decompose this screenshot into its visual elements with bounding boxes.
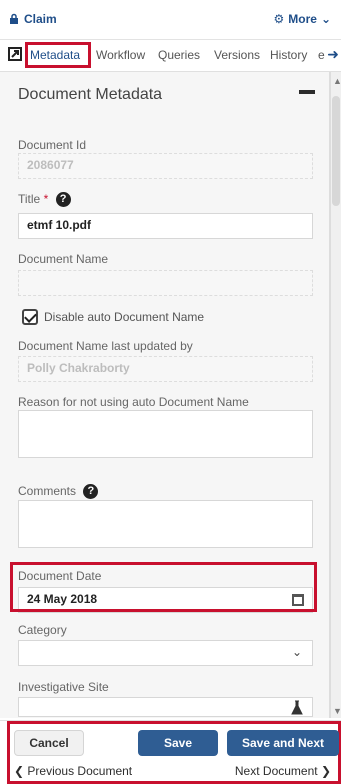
save-button[interactable]: Save [138,730,218,756]
more-label: More [288,12,317,26]
scroll-down-icon[interactable]: ▼ [333,706,341,716]
reason-label: Reason for not using auto Document Name [18,395,249,409]
tab-overflow[interactable]: e [318,48,325,62]
document-date-highlight [10,562,317,612]
investigative-site-field[interactable] [18,697,313,717]
next-document-label: Next Document [234,764,318,778]
collapse-icon[interactable] [299,90,315,94]
investigative-site-label: Investigative Site [18,680,109,694]
help-icon[interactable]: ? [55,192,71,208]
title-field[interactable]: etmf 10.pdf [18,213,313,239]
required-asterisk: * [43,192,49,206]
previous-document-link[interactable]: ❮ Previous Document [14,764,132,778]
disable-auto-document-name-label: Disable auto Document Name [44,310,205,324]
cancel-button[interactable]: Cancel [14,730,84,756]
section-title: Document Metadata [18,86,163,103]
chevron-down-icon: ⌄ [320,12,331,26]
flask-icon[interactable] [290,700,304,716]
claim-button[interactable]: Claim [8,12,57,26]
category-label: Category [18,623,67,637]
document-id-field: 2086077 [18,153,313,179]
next-document-link[interactable]: Next Document ❯ [235,764,331,778]
previous-document-label: Previous Document [27,764,133,778]
more-menu-button[interactable]: ⚙ More ⌄ [274,12,332,26]
last-updated-field: Polly Chakraborty [18,356,313,382]
reason-textarea[interactable] [18,410,313,458]
tab-workflow[interactable]: Workflow [96,48,145,62]
chevron-down-icon[interactable]: ⌄ [292,645,302,659]
chevron-left-icon: ❮ [14,764,25,778]
comments-textarea[interactable] [18,500,313,548]
vertical-scrollbar[interactable]: ▲ ▼ [330,72,341,718]
tab-queries[interactable]: Queries [158,48,200,62]
comments-label: Comments ? [18,484,99,500]
last-updated-label: Document Name last updated by [18,339,193,353]
scroll-thumb[interactable] [332,96,340,206]
title-label: Title * ? [18,192,71,208]
comments-label-text: Comments [18,484,77,498]
disable-auto-document-name-checkbox[interactable] [22,309,38,325]
title-label-text: Title [18,192,41,206]
arrow-right-icon[interactable]: ➜ [327,46,339,63]
document-id-label: Document Id [18,138,87,152]
gear-icon: ⚙ [273,12,285,26]
scroll-up-icon[interactable]: ▲ [333,76,341,86]
claim-label: Claim [24,12,57,26]
document-name-label: Document Name [18,252,109,266]
expand-icon[interactable] [8,47,22,61]
help-icon[interactable]: ? [83,484,99,500]
document-name-field [18,270,313,296]
lock-icon [10,13,18,24]
tab-versions[interactable]: Versions [214,48,260,62]
metadata-tab-highlight [25,42,91,68]
disable-auto-document-name-row[interactable]: Disable auto Document Name [22,309,204,325]
tab-history[interactable]: History [270,48,307,62]
chevron-right-icon: ❯ [320,764,331,778]
category-select[interactable]: ⌄ [18,640,313,666]
save-and-next-button[interactable]: Save and Next [227,730,339,756]
top-bar: Claim ⚙ More ⌄ [0,0,341,40]
